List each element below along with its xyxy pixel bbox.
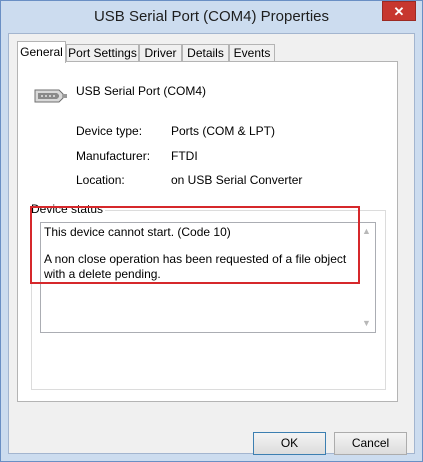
tab-details[interactable]: Details (182, 44, 229, 62)
device-name: USB Serial Port (COM4) (76, 84, 207, 98)
location-label: Location: (76, 173, 125, 187)
scroll-down-icon[interactable]: ▼ (362, 319, 371, 328)
device-status-textbox[interactable]: This device cannot start. (Code 10) A no… (40, 222, 376, 333)
tab-driver[interactable]: Driver (139, 44, 182, 62)
device-status-text: This device cannot start. (Code 10) A no… (44, 225, 356, 294)
tab-label: Driver (144, 46, 177, 60)
window-title: USB Serial Port (COM4) Properties (93, 8, 330, 25)
status-scrollbar[interactable]: ▲ ▼ (358, 223, 375, 332)
serial-port-connector-icon (34, 89, 67, 103)
ok-button[interactable]: OK (253, 432, 326, 455)
status-line-error-code: This device cannot start. (Code 10) (44, 225, 231, 239)
status-line-error-detail: A non close operation has been requested… (44, 252, 347, 281)
general-tab-panel: USB Serial Port (COM4) Device type: Port… (17, 61, 398, 402)
tab-port-settings[interactable]: Port Settings (66, 44, 139, 62)
device-type-label: Device type: (76, 124, 143, 138)
tab-label: Port Settings (68, 46, 137, 60)
tab-label: Details (187, 46, 224, 60)
device-status-label: Device status (29, 202, 106, 216)
manufacturer-value: FTDI (171, 149, 198, 163)
tab-events[interactable]: Events (229, 44, 275, 62)
location-value: on USB Serial Converter (171, 173, 303, 187)
close-icon: ✕ (393, 4, 405, 19)
dialog-client-area: General Port Settings Driver Details Eve… (8, 33, 415, 455)
properties-dialog: USB Serial Port (COM4) Properties ✕ Gene… (0, 0, 423, 462)
cancel-button[interactable]: Cancel (334, 432, 407, 455)
device-type-value: Ports (COM & LPT) (171, 124, 276, 138)
title-bar[interactable]: USB Serial Port (COM4) Properties ✕ (1, 1, 422, 33)
tab-label: General (20, 45, 63, 59)
manufacturer-label: Manufacturer: (76, 149, 151, 163)
close-button[interactable]: ✕ (382, 1, 416, 21)
scroll-up-icon[interactable]: ▲ (362, 227, 371, 236)
tab-general[interactable]: General (17, 41, 66, 63)
tab-label: Events (233, 46, 271, 60)
